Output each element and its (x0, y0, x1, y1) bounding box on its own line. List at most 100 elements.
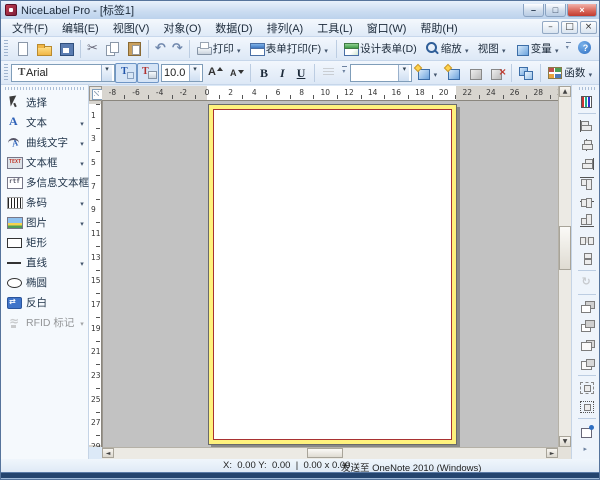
dropdown-arrow-icon[interactable] (322, 40, 330, 58)
dropdown-arrow-icon[interactable] (553, 40, 561, 58)
menu-item[interactable]: 数据(D) (208, 18, 259, 38)
menu-item[interactable]: 工具(L) (310, 18, 359, 38)
menu-item[interactable]: 对象(O) (156, 18, 208, 38)
variable-combo[interactable] (350, 63, 413, 82)
menu-item[interactable]: 排列(A) (260, 18, 311, 38)
columns-button[interactable] (576, 92, 598, 111)
toolbar-grip[interactable] (4, 39, 8, 58)
toolbox-select[interactable]: 选择 (1, 92, 88, 112)
send-to-back-button[interactable] (576, 354, 598, 373)
view-button[interactable]: 视图 (474, 39, 511, 59)
toolbox-rfid-tag[interactable]: RFID 标记 (1, 312, 88, 332)
dropdown-arrow-icon[interactable] (431, 64, 439, 82)
scroll-right-button[interactable]: ► (546, 448, 558, 458)
shrink-font-button[interactable] (225, 63, 247, 83)
minimize-button[interactable]: – (523, 3, 544, 17)
dropdown-arrow-icon[interactable] (78, 253, 86, 271)
selection-points-button[interactable] (576, 397, 598, 416)
toolbox-picture[interactable]: 图片 (1, 212, 88, 232)
toolbox-barcode[interactable]: 条码 (1, 192, 88, 212)
delete-variable-button[interactable] (486, 63, 508, 83)
horizontal-scrollbar-thumb[interactable] (307, 448, 343, 458)
maximize-button[interactable]: □ (545, 3, 566, 17)
rotate-button[interactable] (576, 273, 598, 292)
italic-button[interactable]: I (274, 63, 291, 83)
send-backward-button[interactable] (576, 316, 598, 335)
print-button[interactable]: 打印 (193, 39, 246, 59)
dropdown-arrow-icon[interactable] (78, 113, 86, 131)
design-form-button[interactable]: 设计表单(D) (340, 39, 421, 59)
toolbox-inverse[interactable]: 反白 (1, 292, 88, 312)
toolbar-overflow-button[interactable] (341, 64, 349, 82)
favorite-fonts-toggle[interactable] (115, 62, 137, 83)
label-page[interactable] (208, 104, 457, 445)
horizontal-scrollbar[interactable]: ◄ ► (102, 447, 558, 459)
dropdown-arrow-icon[interactable] (78, 153, 86, 171)
menu-item[interactable]: 窗口(W) (360, 18, 414, 38)
distribute-vertical-button[interactable] (576, 249, 598, 268)
design-canvas[interactable] (102, 101, 558, 447)
function-button[interactable]: 函数 (544, 63, 597, 83)
toolbox-text[interactable]: 文本 (1, 112, 88, 132)
users-button[interactable] (596, 39, 599, 59)
dropdown-arrow-icon[interactable] (78, 193, 86, 211)
toolbar-overflow-button[interactable] (565, 40, 573, 58)
menu-item[interactable]: 视图(V) (106, 18, 157, 38)
variable-button[interactable]: 变量 (511, 39, 564, 59)
dropdown-arrow-icon[interactable] (398, 64, 410, 81)
distribute-horizontal-button[interactable] (576, 230, 598, 249)
edit-variable-button[interactable] (464, 63, 486, 83)
undo-button[interactable]: ↶ (152, 39, 169, 59)
redo-button[interactable]: ↷ (169, 39, 186, 59)
vertical-scrollbar[interactable]: ▲ ▼ (558, 86, 571, 447)
align-left-button[interactable] (576, 116, 598, 135)
align-bottom-button[interactable] (576, 211, 598, 230)
open-button[interactable] (33, 39, 55, 59)
align-top-button[interactable] (576, 173, 598, 192)
dropdown-arrow-icon[interactable] (78, 313, 86, 331)
dropdown-arrow-icon[interactable] (586, 64, 594, 82)
paste-button[interactable] (123, 39, 145, 59)
toolbox-line[interactable]: 直线 (1, 252, 88, 272)
menu-item[interactable]: 文件(F) (5, 18, 55, 38)
font-size-combo[interactable]: 10.0 (161, 63, 203, 82)
toolbox-rectangle[interactable]: 矩形 (1, 232, 88, 252)
label-design-area[interactable] (213, 109, 452, 440)
toolbox-rich-text-box[interactable]: 多信息文本框 (1, 172, 89, 192)
underline-button[interactable]: U (291, 63, 312, 83)
mdi-minimize-button[interactable]: – (542, 21, 559, 34)
dropdown-arrow-icon[interactable] (500, 40, 508, 58)
scroll-left-button[interactable]: ◄ (102, 448, 114, 458)
align-right-button[interactable] (576, 154, 598, 173)
menu-item[interactable]: 帮助(H) (413, 18, 464, 38)
printer-fonts-toggle[interactable] (137, 62, 159, 83)
toolbar-grip[interactable] (578, 87, 595, 90)
mdi-close-button[interactable]: × (580, 21, 597, 34)
bring-forward-button[interactable] (576, 297, 598, 316)
new-button[interactable] (11, 39, 33, 59)
ruler-corner[interactable] (89, 86, 103, 101)
dropdown-arrow-icon[interactable] (78, 213, 86, 231)
scroll-up-button[interactable]: ▲ (559, 86, 571, 97)
scroll-down-button[interactable]: ▼ (559, 436, 571, 447)
cut-button[interactable]: ✂ (84, 39, 101, 59)
align-middle-button[interactable] (576, 192, 598, 211)
align-center-button[interactable] (576, 135, 598, 154)
toolbox-grip[interactable] (5, 87, 84, 90)
toolbar-overflow-button[interactable] (582, 445, 592, 457)
vertical-scrollbar-thumb[interactable] (559, 226, 571, 270)
paragraph-align-button[interactable] (318, 63, 340, 83)
resize-button[interactable] (576, 421, 598, 440)
dropdown-arrow-icon[interactable] (235, 40, 243, 58)
dropdown-arrow-icon[interactable] (189, 64, 200, 81)
copy-button[interactable] (101, 39, 123, 59)
toolbar-grip[interactable] (4, 63, 8, 82)
toolbox-text-box[interactable]: 文本框 (1, 152, 88, 172)
zoom-button[interactable]: 缩放 (421, 39, 474, 59)
selection-frame-button[interactable] (576, 378, 598, 397)
font-name-combo[interactable]: Arial (11, 63, 115, 82)
toolbox-ellipse[interactable]: 椭圆 (1, 272, 88, 292)
bold-button[interactable]: B (254, 63, 274, 83)
save-button[interactable] (55, 39, 77, 59)
form-print-button[interactable]: 表单打印(F) (246, 39, 333, 59)
